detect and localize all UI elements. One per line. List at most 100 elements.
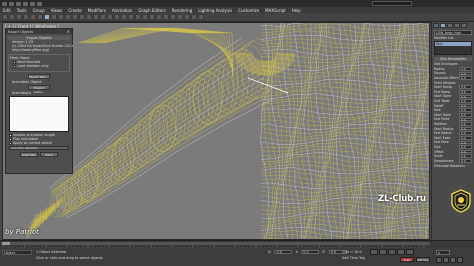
mirror-icon[interactable] (142, 14, 148, 20)
align-icon[interactable] (149, 14, 155, 20)
snap-icon[interactable] (114, 14, 120, 20)
display-tab-icon[interactable] (461, 23, 467, 28)
new-file-icon[interactable] (9, 1, 14, 6)
set-key-button[interactable]: Set Key (416, 257, 430, 262)
render-icon[interactable] (198, 14, 204, 20)
zoom-icon[interactable] (436, 257, 442, 263)
goto-start-icon[interactable] (370, 249, 378, 255)
menu-item-tools[interactable]: Tools (14, 8, 30, 13)
param-spinner[interactable]: 0.0 (459, 126, 472, 131)
y-field[interactable]: 0.0 (301, 250, 320, 254)
undo-icon[interactable] (30, 1, 35, 6)
modify-tab-icon[interactable] (440, 23, 446, 28)
export-skin-button[interactable]: Export Skin... (28, 74, 50, 79)
x-field[interactable]: 0.0 (274, 250, 293, 254)
unlink-icon[interactable] (23, 14, 29, 20)
scale-icon[interactable] (86, 14, 92, 20)
motion-tab-icon[interactable] (454, 23, 460, 28)
export-anim-button[interactable]: Export Anim... (28, 85, 50, 94)
menu-item-views[interactable]: Views (48, 8, 66, 13)
select-icon[interactable] (44, 14, 50, 20)
param-spinner[interactable]: 0.0 (459, 113, 472, 117)
param-spinner[interactable]: 0.0 (459, 122, 472, 126)
menu-item-edit[interactable]: Edit (0, 8, 14, 13)
auto-key-button[interactable]: Auto (400, 257, 414, 262)
current-frame-field[interactable]: 0 (436, 250, 450, 255)
skin-parameters-rollout[interactable]: Skin Parameters (434, 57, 472, 61)
stack-item-skin[interactable]: Skin (435, 42, 471, 46)
close-icon[interactable]: × (67, 29, 70, 34)
layer-icon[interactable] (156, 14, 162, 20)
param-spinner[interactable]: 0.0 (459, 140, 472, 145)
object-name-field[interactable]: LOW_body_high (434, 30, 472, 35)
prev-frame-icon[interactable] (379, 249, 387, 255)
skeleton-dropdown[interactable]: Low Poly Skeleton (9, 146, 69, 150)
param-spinner[interactable]: 0.0 (459, 154, 472, 158)
select-by-name-icon[interactable] (51, 14, 57, 20)
play-icon[interactable] (388, 249, 396, 255)
curve-editor-icon[interactable] (163, 14, 169, 20)
next-frame-icon[interactable] (397, 249, 405, 255)
save-file-icon[interactable] (23, 1, 28, 6)
menu-item-group[interactable]: Group (30, 8, 48, 13)
load-skin-button[interactable]: Load Skin (20, 152, 38, 157)
menu-item-help[interactable]: Help (289, 8, 304, 13)
modifier-stack[interactable]: Skin (434, 41, 472, 55)
percent-snap-icon[interactable] (128, 14, 134, 20)
material-editor-icon[interactable] (177, 14, 183, 20)
menu-item-graph-editors[interactable]: Graph Editors (135, 8, 168, 13)
undo-button[interactable] (2, 14, 8, 20)
render-frame-icon[interactable] (191, 14, 197, 20)
pan-icon[interactable] (443, 257, 449, 263)
goto-end-icon[interactable] (406, 249, 414, 255)
hierarchy-tab-icon[interactable] (447, 23, 453, 28)
link-icon[interactable] (16, 14, 22, 20)
open-file-icon[interactable] (16, 1, 21, 6)
param-spinner[interactable]: 0.0 (459, 131, 472, 135)
animations-list[interactable] (9, 96, 69, 132)
param-spinner[interactable]: 0.0 (459, 136, 472, 140)
move-icon[interactable] (72, 14, 78, 20)
schematic-icon[interactable] (170, 14, 176, 20)
param-spinner[interactable]: 0.0 (459, 108, 472, 113)
manipulate-icon[interactable] (107, 14, 113, 20)
apply-current-checkbox[interactable]: Apply to current object (6, 141, 72, 145)
param-spinner[interactable]: 0.0 (459, 94, 472, 99)
orbit-icon[interactable] (450, 257, 456, 263)
maximize-icon[interactable] (457, 257, 463, 263)
angle-snap-icon[interactable] (121, 14, 127, 20)
skeleton-only-checkbox[interactable]: Load skeleton only (10, 64, 68, 68)
param-spinner[interactable]: 0.0 (459, 158, 472, 163)
menu-item-animation[interactable]: Animation (109, 8, 135, 13)
menu-item-lighting-analysis[interactable]: Lighting Analysis (195, 8, 235, 13)
filter-icon[interactable] (37, 14, 43, 20)
param-spinner[interactable]: 0.0 (459, 145, 472, 149)
param-spinner[interactable]: 0.0 (459, 85, 472, 90)
modifier-list-dropdown[interactable]: Modifier List (434, 36, 472, 40)
footer-option[interactable]: Eliminate Rotations (434, 164, 472, 168)
param-spinner[interactable]: 0.0 (459, 149, 472, 154)
add-time-tag[interactable]: Add Time Tag (342, 256, 365, 260)
save-button[interactable]: Save (40, 152, 58, 157)
render-setup-icon[interactable] (184, 14, 190, 20)
param-spinner[interactable]: 0.0 (459, 99, 472, 103)
param-spinner[interactable]: 0.0 (459, 67, 472, 71)
rotate-icon[interactable] (79, 14, 85, 20)
search-input[interactable] (372, 1, 412, 6)
param-spinner[interactable]: 0.0 (459, 76, 472, 80)
selection-filter-field[interactable]: Object (2, 250, 32, 255)
bind-icon[interactable] (30, 14, 36, 20)
menu-item-rendering[interactable]: Rendering (169, 8, 195, 13)
menu-item-modifiers[interactable]: Modifiers (85, 8, 109, 13)
param-spinner[interactable]: 0.0 (459, 117, 472, 122)
menu-item-create[interactable]: Create (65, 8, 84, 13)
dialog-header[interactable]: Export Objects × (6, 29, 72, 34)
param-spinner[interactable]: 1.0 (459, 71, 472, 76)
param-spinner[interactable]: 0.0 (459, 103, 472, 108)
redo-button[interactable] (9, 14, 15, 20)
spinner-snap-icon[interactable] (135, 14, 141, 20)
param-spinner[interactable]: 0.0 (459, 90, 472, 94)
app-menu-icon[interactable] (2, 1, 7, 6)
ref-coord-icon[interactable] (93, 14, 99, 20)
pivot-icon[interactable] (100, 14, 106, 20)
